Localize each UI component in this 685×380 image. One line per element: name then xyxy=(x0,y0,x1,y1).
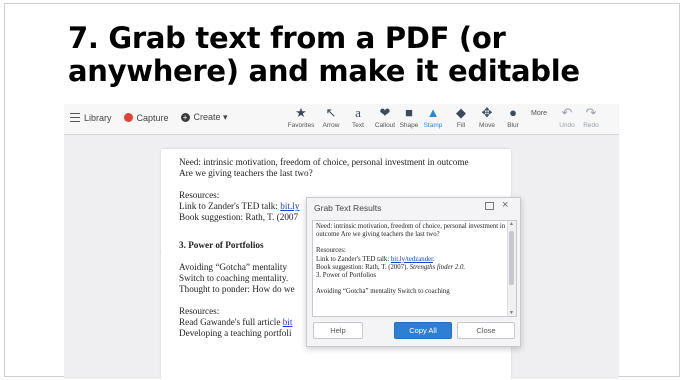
capture-icon xyxy=(123,113,133,122)
arrow-icon: ↖ xyxy=(325,105,337,120)
grab-book-title: Strengths finder 2.0. xyxy=(409,263,466,271)
maximize-icon[interactable] xyxy=(485,202,494,210)
tool-label: Blur xyxy=(507,122,519,129)
tool-label: More xyxy=(531,110,547,117)
star-icon: ★ xyxy=(295,105,307,120)
scroll-down-icon[interactable]: ▼ xyxy=(509,310,514,316)
tool-redo[interactable]: ↷ Redo xyxy=(576,105,606,129)
slide-title-line-1: 7. Grab text from a PDF (or xyxy=(68,21,506,55)
grab-text-span: . xyxy=(433,255,435,263)
tool-favorites[interactable]: ★ Favorites xyxy=(286,105,316,129)
snagit-editor-window: Library Capture + Create ▾ ★ Favorites ↖… xyxy=(64,104,619,379)
help-button[interactable]: Help xyxy=(313,322,363,339)
grab-line: Resources: xyxy=(316,247,346,255)
editor-toolbar: Library Capture + Create ▾ ★ Favorites ↖… xyxy=(64,104,619,135)
tool-label: Favorites xyxy=(287,122,315,129)
create-button[interactable]: + Create ▾ xyxy=(180,112,228,123)
tool-more[interactable]: More xyxy=(524,109,554,117)
grab-text-span: Book suggestion: Rath, T. (2007). xyxy=(316,263,410,271)
tool-text[interactable]: a Text xyxy=(343,105,373,129)
tool-label: Arrow xyxy=(322,122,340,129)
grab-line: Need: intrinsic motivation, freedom of c… xyxy=(316,223,506,239)
stamp-icon: ▲ xyxy=(426,105,440,120)
library-label: Library xyxy=(84,112,112,123)
dialog-title: Grab Text Results xyxy=(314,203,382,213)
doc-text-span: Read Gawande's full article xyxy=(179,317,283,327)
copy-all-button[interactable]: Copy All xyxy=(394,322,452,339)
doc-line: Are we giving teachers the last two? xyxy=(179,168,313,178)
tool-label: Text xyxy=(352,122,364,129)
grab-ted-link: bit.ly/tedzander xyxy=(390,255,433,263)
dialog-scrollbar[interactable]: ▲ ▼ xyxy=(507,221,516,316)
tool-arrow[interactable]: ↖ Arrow xyxy=(316,105,346,129)
grabbed-text-content[interactable]: Need: intrinsic motivation, freedom of c… xyxy=(316,223,506,296)
doc-text-span: Link to Zander's TED talk: xyxy=(179,201,281,211)
slide-title-line-2: anywhere) and make it editable xyxy=(68,54,580,88)
close-button[interactable]: Close xyxy=(457,322,515,339)
grab-text-span: Link to Zander's TED talk: xyxy=(316,255,391,263)
grab-text-results-dialog: Grab Text Results × Need: intrinsic moti… xyxy=(306,197,521,347)
menu-icon xyxy=(70,113,80,122)
text-icon: a xyxy=(355,105,361,120)
close-icon[interactable]: × xyxy=(502,199,508,211)
grab-line: 3. Power of Portfolios xyxy=(316,272,377,280)
scroll-thumb[interactable] xyxy=(509,231,514,285)
slide-title: 7. Grab text from a PDF (or anywhere) an… xyxy=(68,22,668,88)
tool-stamp[interactable]: ▲ Stamp xyxy=(418,105,448,129)
doc-line: Need: intrinsic motivation, freedom of c… xyxy=(179,157,469,167)
grab-line: Book suggestion: Rath, T. (2007). Streng… xyxy=(316,264,506,272)
capture-label: Capture xyxy=(136,112,169,123)
grabbed-text-area[interactable]: Need: intrinsic motivation, freedom of c… xyxy=(312,220,517,317)
scroll-up-icon[interactable]: ▲ xyxy=(509,221,514,227)
grab-line: Link to Zander's TED talk: bit.ly/tedzan… xyxy=(316,256,506,264)
library-button[interactable]: Library xyxy=(70,113,112,123)
ted-link[interactable]: bit.ly xyxy=(280,201,299,211)
toolbar-left-group: Library Capture + Create ▾ xyxy=(70,112,228,123)
gawande-link[interactable]: bit xyxy=(283,317,293,327)
tool-label: Redo xyxy=(583,122,599,129)
capture-button[interactable]: Capture xyxy=(123,112,169,123)
create-label: Create ▾ xyxy=(193,112,228,122)
tool-label: Stamp xyxy=(423,122,443,129)
plus-icon: + xyxy=(180,113,190,122)
redo-icon: ↷ xyxy=(585,105,597,120)
grab-line: Avoiding “Gotcha” mentality Switch to co… xyxy=(316,288,450,296)
